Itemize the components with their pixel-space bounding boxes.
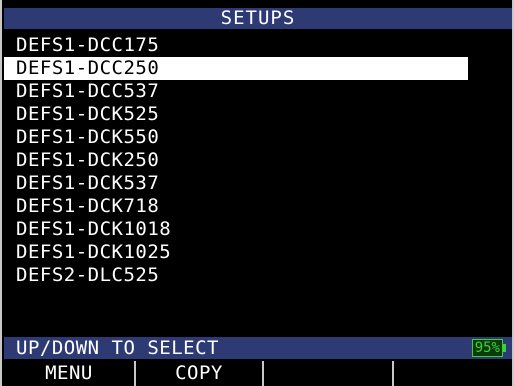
list-item[interactable]: DEFS1-DCK537 bbox=[4, 172, 512, 195]
menu-softkey[interactable]: MENU bbox=[4, 361, 136, 386]
list-item[interactable]: DEFS2-DLC525 bbox=[4, 264, 512, 287]
list-item-selected[interactable]: DEFS1-DCC250 bbox=[4, 57, 468, 80]
status-bar: UP/DOWN TO SELECT 95% bbox=[4, 337, 512, 359]
list-item[interactable]: DEFS1-DCK1025 bbox=[4, 241, 512, 264]
copy-softkey[interactable]: COPY bbox=[136, 361, 264, 386]
battery-level-label: 95% bbox=[471, 339, 503, 357]
softkey-4[interactable] bbox=[394, 361, 512, 386]
status-message: UP/DOWN TO SELECT bbox=[16, 337, 219, 359]
list-item[interactable]: DEFS1-DCK250 bbox=[4, 149, 512, 172]
list-item[interactable]: DEFS1-DCC537 bbox=[4, 80, 512, 103]
list-item[interactable]: DEFS1-DCK1018 bbox=[4, 218, 512, 241]
list-item[interactable]: DEFS1-DCC175 bbox=[4, 34, 512, 57]
list-item[interactable]: DEFS1-DCK525 bbox=[4, 103, 512, 126]
page-title: SETUPS bbox=[4, 8, 512, 29]
battery-icon: 95% bbox=[471, 339, 506, 357]
softkey-3[interactable] bbox=[264, 361, 394, 386]
softkey-bar: MENU COPY bbox=[4, 361, 512, 386]
list-item[interactable]: DEFS1-DCK718 bbox=[4, 195, 512, 218]
battery-tip bbox=[503, 344, 506, 352]
device-screen: SETUPS DEFS1-DCC175 DEFS1-DCC250 DEFS1-D… bbox=[0, 0, 514, 386]
setup-list: DEFS1-DCC175 DEFS1-DCC250 DEFS1-DCC537 D… bbox=[4, 34, 512, 287]
list-item[interactable]: DEFS1-DCK550 bbox=[4, 126, 512, 149]
